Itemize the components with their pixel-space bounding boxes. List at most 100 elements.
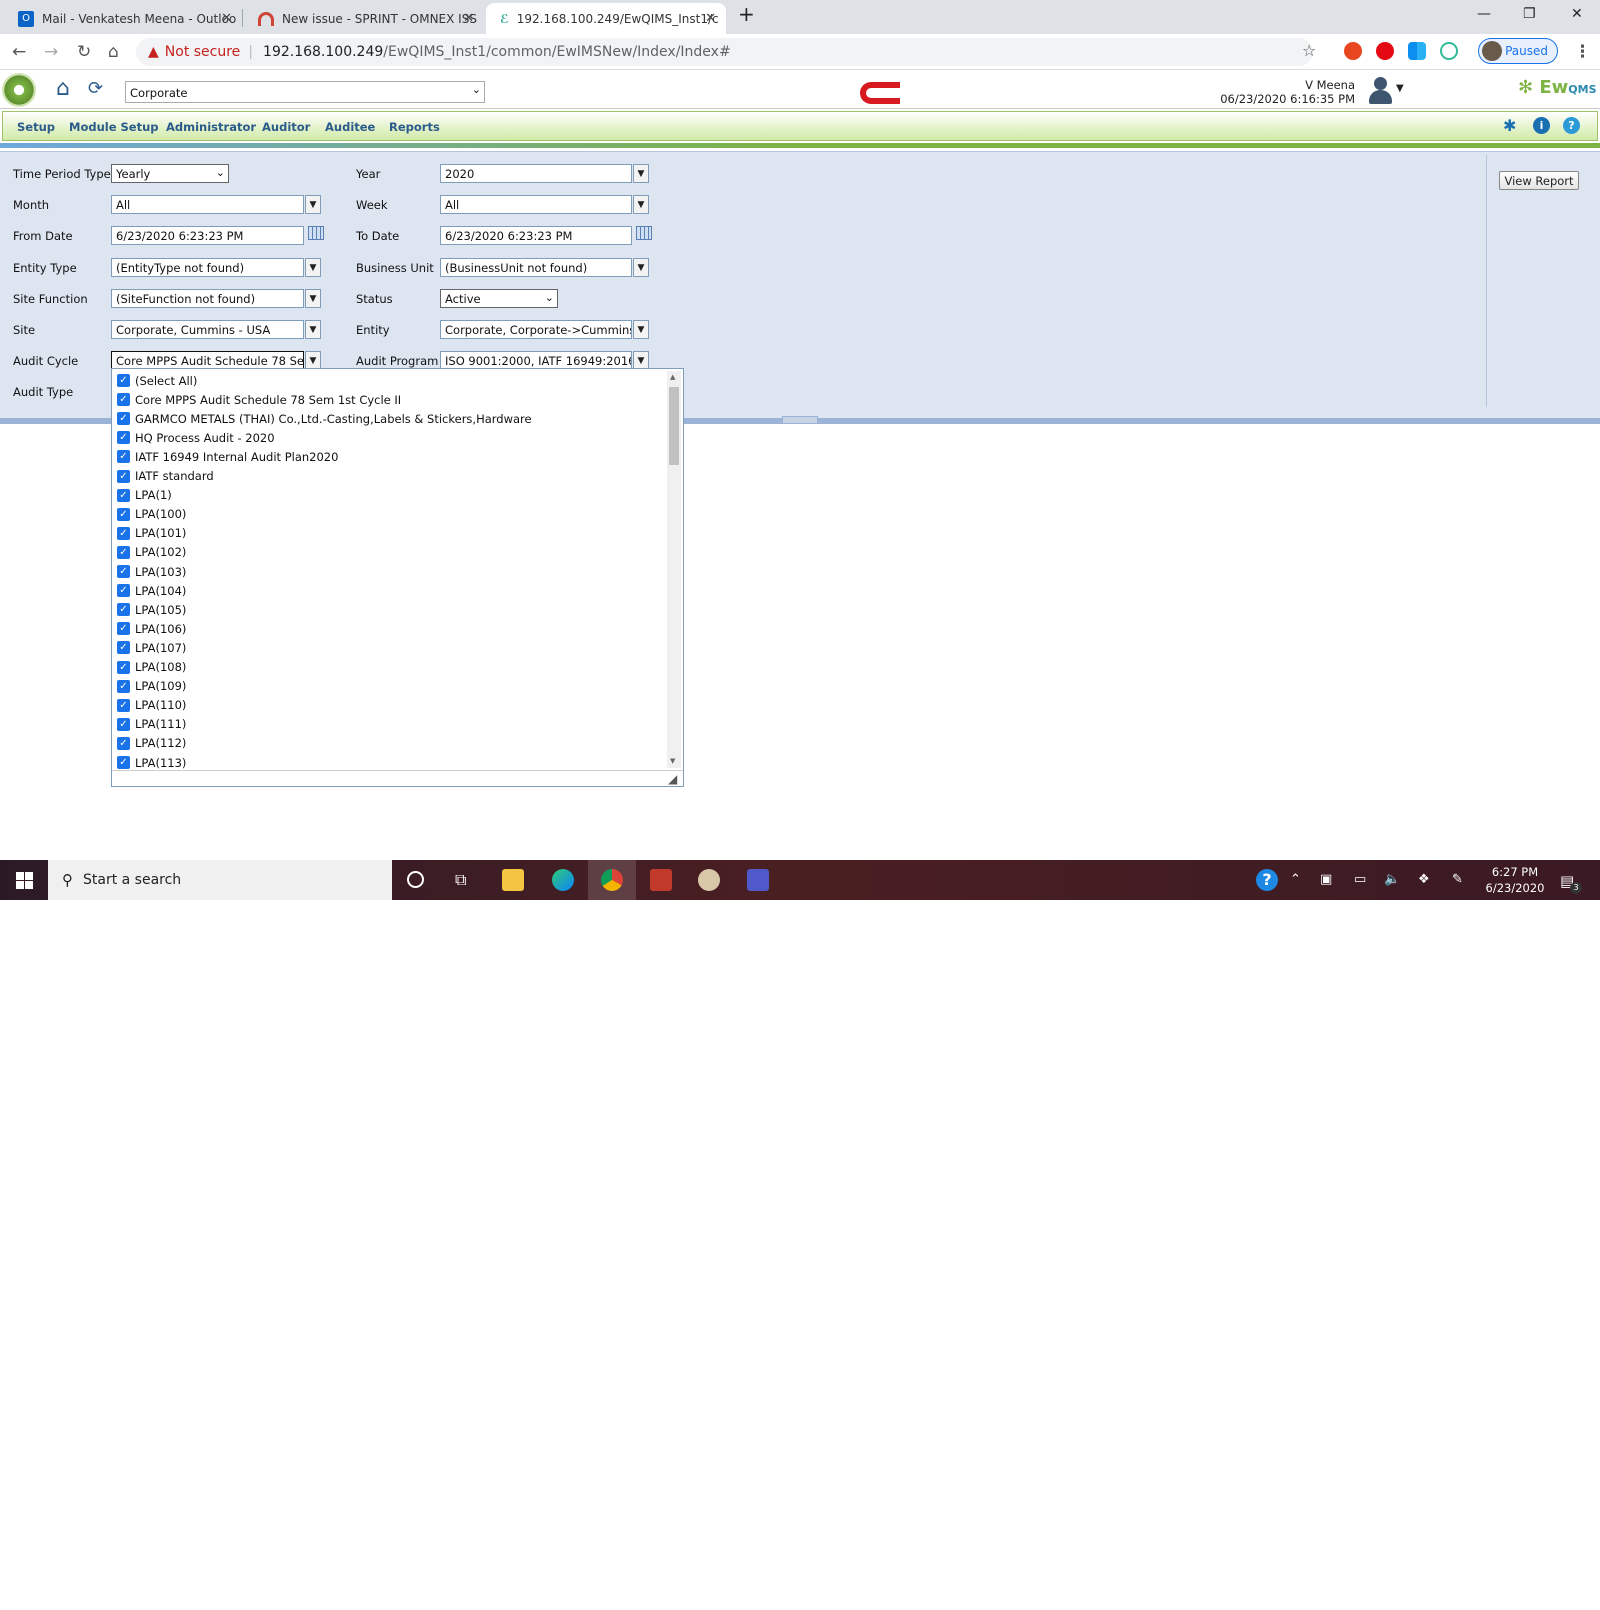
business-unit-dropdown-button[interactable]: ▼ bbox=[633, 258, 649, 277]
checkbox-checked-icon[interactable]: ✓ bbox=[117, 603, 130, 617]
status-select[interactable]: Active ⌄ bbox=[440, 289, 558, 308]
resize-handle-icon[interactable]: ◢ bbox=[668, 772, 677, 786]
panel-collapse-handle[interactable] bbox=[782, 416, 818, 424]
bookmark-star-icon[interactable]: ☆ bbox=[1302, 41, 1316, 60]
checkbox-checked-icon[interactable]: ✓ bbox=[117, 622, 130, 636]
back-icon[interactable]: ← bbox=[12, 42, 26, 62]
checkbox-checked-icon[interactable]: ✓ bbox=[117, 412, 130, 426]
user-avatar-icon[interactable] bbox=[1368, 75, 1394, 105]
from-date-calendar-icon[interactable] bbox=[308, 226, 324, 240]
checkbox-checked-icon[interactable]: ✓ bbox=[117, 679, 130, 693]
business-unit-input[interactable]: (BusinessUnit not found) bbox=[440, 258, 632, 277]
menu-setup[interactable]: Setup bbox=[17, 120, 55, 134]
checkbox-checked-icon[interactable]: ✓ bbox=[117, 641, 130, 655]
battery-icon[interactable]: ▭ bbox=[1354, 872, 1366, 887]
year-dropdown-button[interactable]: ▼ bbox=[633, 164, 649, 183]
tab-outlook-mail[interactable]: O Mail - Venkatesh Meena - Outloo ✕ bbox=[4, 3, 243, 34]
user-menu-caret-icon[interactable]: ▼ bbox=[1396, 83, 1404, 94]
help-tray-icon[interactable]: ? bbox=[1256, 869, 1278, 891]
checkbox-checked-icon[interactable]: ✓ bbox=[117, 584, 130, 598]
to-date-calendar-icon[interactable] bbox=[636, 226, 652, 240]
audit-cycle-option[interactable]: ✓ HQ Process Audit - 2020 bbox=[117, 428, 275, 447]
home-icon[interactable]: ⌂ bbox=[108, 42, 119, 62]
info-icon[interactable]: i bbox=[1533, 117, 1550, 134]
refresh-icon[interactable]: ⟳ bbox=[88, 78, 108, 99]
audit-cycle-option[interactable]: ✓ LPA(1) bbox=[117, 486, 172, 505]
audit-cycle-option[interactable]: ✓ LPA(109) bbox=[117, 677, 186, 696]
menu-auditee[interactable]: Auditee bbox=[325, 120, 375, 134]
checkbox-checked-icon[interactable]: ✓ bbox=[117, 431, 130, 445]
checkbox-checked-icon[interactable]: ✓ bbox=[117, 660, 130, 674]
tab-sprint-issue[interactable]: New issue - SPRINT - OMNEX ISS ✕ bbox=[244, 3, 484, 34]
volume-icon[interactable]: 🔈 bbox=[1384, 872, 1400, 887]
forward-icon[interactable]: → bbox=[44, 42, 58, 62]
audit-cycle-option[interactable]: ✓ LPA(111) bbox=[117, 715, 186, 734]
audit-cycle-option[interactable]: ✓ LPA(112) bbox=[117, 734, 186, 753]
audit-cycle-option[interactable]: ✓ LPA(110) bbox=[117, 696, 186, 715]
to-date-input[interactable]: 6/23/2020 6:23:23 PM bbox=[440, 226, 632, 245]
scroll-up-icon[interactable]: ▲ bbox=[670, 373, 675, 381]
checkbox-checked-icon[interactable]: ✓ bbox=[117, 698, 130, 712]
scroll-down-icon[interactable]: ▼ bbox=[670, 757, 675, 765]
extension-opera-icon[interactable] bbox=[1376, 42, 1394, 60]
checkbox-checked-icon[interactable]: ✓ bbox=[117, 526, 130, 540]
org-select[interactable]: Corporate ⌄ bbox=[125, 81, 485, 103]
checkbox-checked-icon[interactable]: ✓ bbox=[117, 393, 130, 407]
view-report-button[interactable]: View Report bbox=[1499, 171, 1579, 190]
checkbox-checked-icon[interactable]: ✓ bbox=[117, 736, 130, 750]
site-function-input[interactable]: (SiteFunction not found) bbox=[111, 289, 304, 308]
audit-cycle-dropdown-list[interactable]: ✓ (Select All) ✓ Core MPPS Audit Schedule 7… bbox=[111, 368, 684, 787]
month-input[interactable]: All bbox=[111, 195, 304, 214]
new-tab-button[interactable]: + bbox=[738, 2, 755, 26]
audit-cycle-option[interactable]: ✓ IATF 16949 Internal Audit Plan2020 bbox=[117, 447, 338, 466]
audit-cycle-option[interactable]: ✓ LPA(107) bbox=[117, 638, 186, 657]
audit-cycle-option[interactable]: ✓ LPA(105) bbox=[117, 600, 186, 619]
checkbox-checked-icon[interactable]: ✓ bbox=[117, 488, 130, 502]
task-view-icon[interactable]: ⧉ bbox=[455, 870, 466, 890]
entity-dropdown-button[interactable]: ▼ bbox=[633, 320, 649, 339]
menu-auditor[interactable]: Auditor bbox=[262, 120, 310, 134]
audit-cycle-option[interactable]: ✓ LPA(100) bbox=[117, 505, 186, 524]
entity-type-dropdown-button[interactable]: ▼ bbox=[305, 258, 321, 277]
paint-app-icon[interactable] bbox=[698, 869, 720, 891]
not-secure-label[interactable]: Not secure bbox=[165, 44, 241, 60]
profile-paused-button[interactable]: Paused bbox=[1478, 38, 1558, 64]
menu-administrator[interactable]: Administrator bbox=[166, 120, 256, 134]
audit-cycle-option[interactable]: ✓ LPA(106) bbox=[117, 619, 186, 638]
file-explorer-icon[interactable] bbox=[502, 869, 524, 891]
checkbox-checked-icon[interactable]: ✓ bbox=[117, 565, 130, 578]
audit-cycle-option[interactable]: ✓ Core MPPS Audit Schedule 78 Sem 1st Cyc… bbox=[117, 390, 401, 409]
reload-icon[interactable]: ↻ bbox=[77, 42, 91, 62]
extension-sync-icon[interactable] bbox=[1440, 42, 1458, 60]
network-tray-icon[interactable]: ▣ bbox=[1320, 872, 1332, 887]
site-input[interactable]: Corporate, Cummins - USA bbox=[111, 320, 304, 339]
audit-cycle-option[interactable]: ✓ GARMCO METALS (THAI) Co.,Ltd.-Casting,L… bbox=[117, 409, 532, 428]
taskbar-search[interactable]: ⚲ Start a search bbox=[48, 860, 392, 900]
checkbox-checked-icon[interactable]: ✓ bbox=[117, 374, 130, 387]
checkbox-checked-icon[interactable]: ✓ bbox=[117, 545, 130, 559]
close-tab-icon[interactable]: ✕ bbox=[705, 11, 716, 26]
scrollbar-thumb[interactable] bbox=[669, 387, 679, 465]
checkbox-checked-icon[interactable]: ✓ bbox=[117, 507, 130, 521]
audit-cycle-option[interactable]: ✓ LPA(102) bbox=[117, 543, 186, 562]
home-icon[interactable]: ⌂ bbox=[56, 76, 80, 101]
cortana-icon[interactable] bbox=[407, 871, 424, 888]
close-window-icon[interactable]: ✕ bbox=[1571, 6, 1583, 22]
extension-fire-icon[interactable] bbox=[1344, 42, 1362, 60]
audit-cycle-option[interactable]: ✓ (Select All) bbox=[117, 371, 197, 390]
site-function-dropdown-button[interactable]: ▼ bbox=[305, 289, 321, 308]
help-icon[interactable]: ? bbox=[1563, 117, 1580, 134]
tab-ewqims[interactable]: ℰ 192.168.100.249/EwQIMS_Inst1/c ✕ bbox=[486, 3, 726, 34]
chrome-icon[interactable] bbox=[601, 869, 623, 891]
month-dropdown-button[interactable]: ▼ bbox=[305, 195, 321, 214]
audit-cycle-option[interactable]: ✓ LPA(101) bbox=[117, 524, 186, 543]
entity-input[interactable]: Corporate, Corporate->Cummins - bbox=[440, 320, 632, 339]
pen-icon[interactable]: ✎ bbox=[1452, 872, 1463, 887]
audit-cycle-option[interactable]: ✓ LPA(104) bbox=[117, 581, 186, 600]
year-input[interactable]: 2020 bbox=[440, 164, 632, 183]
entity-type-input[interactable]: (EntityType not found) bbox=[111, 258, 304, 277]
close-tab-icon[interactable]: ✕ bbox=[463, 11, 474, 26]
close-tab-icon[interactable]: ✕ bbox=[221, 11, 232, 26]
checkbox-checked-icon[interactable]: ✓ bbox=[117, 450, 130, 464]
security-app-icon[interactable] bbox=[650, 869, 672, 891]
